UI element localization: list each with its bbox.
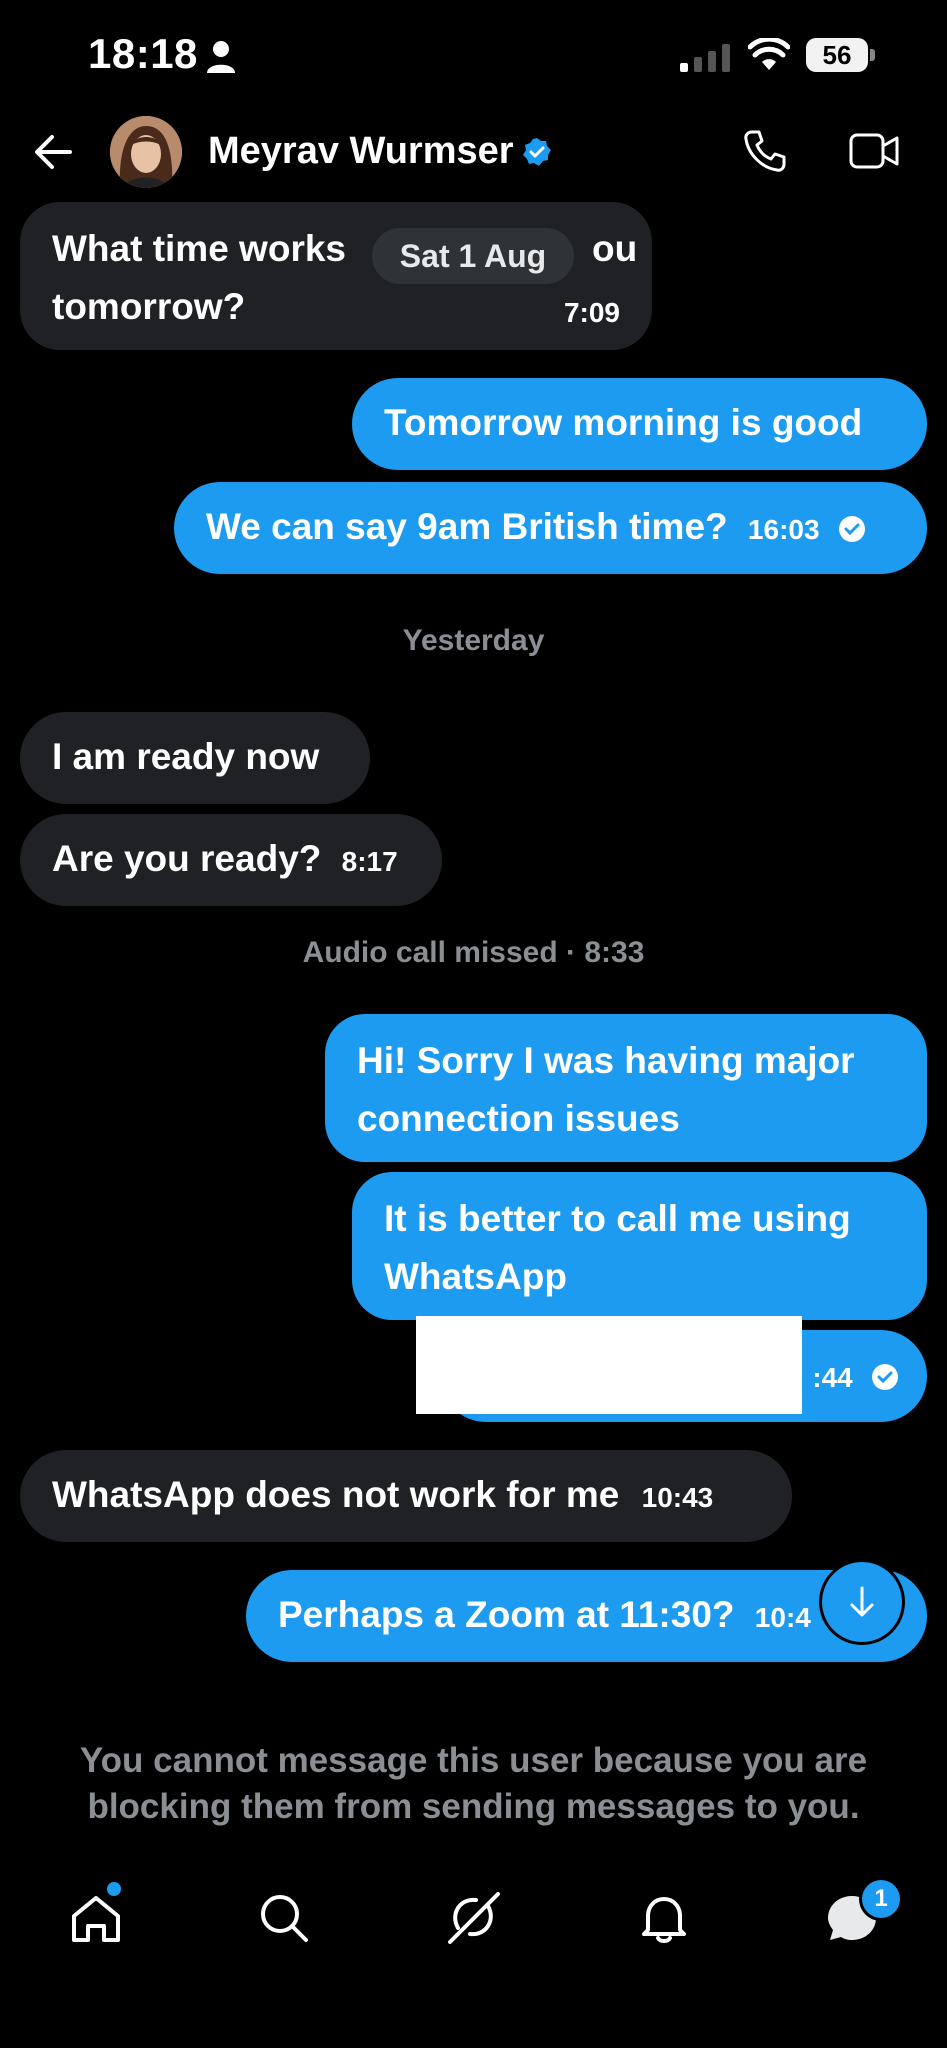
message-text: WhatsApp does not work for me — [52, 1474, 620, 1515]
message-text: Are you ready? — [52, 838, 322, 879]
video-call-icon[interactable] — [848, 130, 900, 172]
message-text: WhatsApp — [384, 1256, 567, 1297]
message-bubble-outgoing[interactable]: Hi! Sorry I was having major connection … — [325, 1014, 927, 1162]
battery-level: 56 — [806, 38, 868, 72]
read-receipt-icon — [872, 1364, 898, 1391]
message-text: Perhaps a Zoom at 11:30? — [278, 1594, 735, 1635]
message-bubble-outgoing[interactable]: Tomorrow morning is good — [352, 378, 927, 470]
scroll-to-bottom-button[interactable] — [822, 1562, 902, 1642]
message-text: connection issues — [357, 1098, 680, 1139]
missed-call-notice: Audio call missed · 8:33 — [302, 936, 645, 969]
message-bubble-incoming[interactable]: I am ready now — [20, 712, 370, 804]
message-text: Tomorrow morning is good — [384, 402, 863, 443]
read-receipt-icon — [838, 516, 865, 543]
battery-icon: 56 — [806, 38, 876, 74]
home-icon[interactable] — [66, 1888, 126, 1948]
message-text: I am ready now — [52, 736, 320, 777]
cellular-signal-icon — [680, 44, 730, 72]
message-bubble-incoming[interactable]: Are you ready? 8:17 — [20, 814, 442, 906]
message-timestamp: 10:4 — [754, 1602, 811, 1633]
back-arrow-icon[interactable] — [32, 132, 74, 172]
wifi-icon — [748, 38, 790, 70]
message-bubble-outgoing[interactable]: We can say 9am British time? 16:03 — [174, 482, 927, 574]
search-icon[interactable] — [254, 1888, 314, 1948]
message-timestamp: 16:03 — [747, 514, 820, 545]
avatar[interactable] — [110, 116, 182, 188]
phone-call-icon[interactable] — [742, 128, 788, 174]
notifications-bell-icon[interactable] — [634, 1888, 694, 1948]
contact-name[interactable]: Meyrav Wurmser — [208, 130, 514, 173]
person-icon — [207, 41, 235, 73]
date-divider: Yesterday — [402, 624, 545, 657]
home-notification-dot — [107, 1882, 121, 1896]
message-timestamp: 7:09 — [563, 297, 620, 328]
message-text-fragment: ou — [592, 228, 638, 269]
status-time: 18:18 — [88, 30, 198, 77]
messages-unread-badge: 1 — [862, 1880, 900, 1918]
blocked-notice: You cannot message this user because you… — [79, 1741, 868, 1826]
message-text: We can say 9am British time? — [206, 506, 728, 547]
message-text: It is better to call me using — [384, 1198, 851, 1239]
date-pill: Sat 1 Aug — [372, 228, 574, 284]
message-bubble-incoming[interactable]: WhatsApp does not work for me 10:43 — [20, 1450, 792, 1542]
grok-icon[interactable] — [444, 1888, 504, 1948]
message-timestamp: :44 — [812, 1362, 853, 1393]
redaction-box — [416, 1316, 802, 1414]
message-text: Hi! Sorry I was having major — [357, 1040, 855, 1081]
verified-badge-icon — [523, 138, 551, 166]
arrow-down-icon — [850, 1586, 874, 1617]
message-timestamp: 10:43 — [641, 1482, 714, 1513]
message-timestamp: 8:17 — [341, 846, 398, 877]
message-bubble-outgoing[interactable]: It is better to call me using WhatsApp — [352, 1172, 927, 1320]
message-text: What time works — [52, 228, 346, 269]
message-text: tomorrow? — [52, 286, 246, 327]
